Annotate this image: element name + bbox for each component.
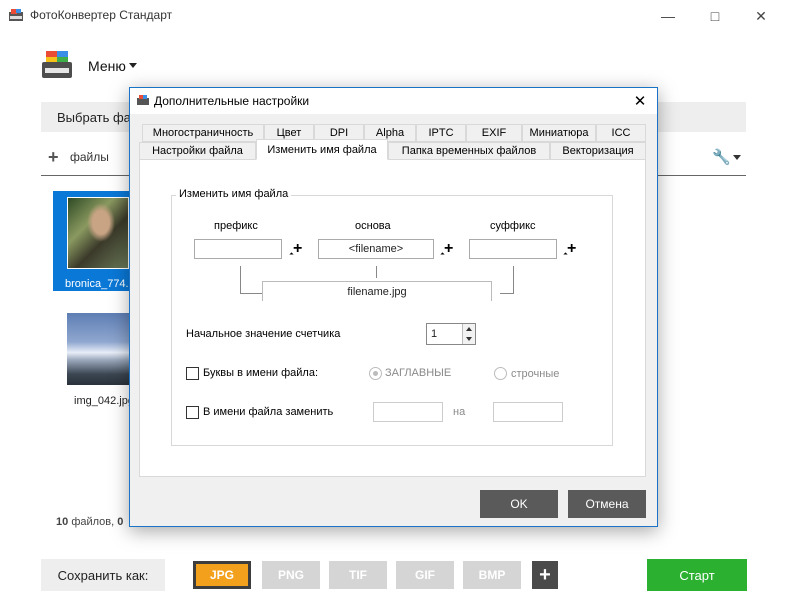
letters-label: Буквы в имени файла: — [203, 367, 319, 379]
chevron-down-icon — [129, 63, 137, 68]
group-title: Изменить имя файла — [176, 188, 292, 200]
file-thumbnail[interactable] — [67, 313, 129, 385]
app-logo-icon — [42, 51, 72, 78]
file-thumbnail[interactable] — [67, 197, 129, 269]
status-text: 10 файлов, 0 — [56, 516, 123, 528]
save-as-label: Сохранить как: — [41, 559, 165, 591]
close-icon[interactable]: ✕ — [630, 91, 650, 111]
counter-stepper[interactable]: 1 — [426, 323, 476, 345]
format-bmp-button[interactable]: BMP — [463, 561, 521, 589]
file-name: img_042.jpg — [74, 395, 134, 407]
plus-icon[interactable]: + — [48, 148, 59, 166]
tab-temp-folder[interactable]: Папка временных файлов — [388, 142, 550, 160]
chevron-down-icon — [466, 337, 472, 341]
app-logo-icon — [137, 95, 149, 105]
wrench-icon[interactable]: 🔧 — [712, 148, 731, 166]
add-files-button[interactable]: файлы — [70, 150, 109, 164]
format-png-button[interactable]: PNG — [262, 561, 320, 589]
letters-checkbox[interactable] — [186, 367, 199, 380]
minimize-button[interactable]: — — [645, 0, 691, 32]
bracket-line — [240, 266, 241, 294]
bracket-line — [240, 293, 262, 294]
app-title: ФотоКонвертер Стандарт — [30, 8, 173, 22]
status-count: 10 — [56, 516, 69, 528]
tab-icc[interactable]: ICC — [596, 124, 646, 142]
format-gif-button[interactable]: GIF — [396, 561, 454, 589]
counter-value: 1 — [431, 328, 438, 340]
spin-down-button[interactable] — [462, 334, 475, 344]
add-base-button[interactable]: + — [444, 241, 453, 257]
bracket-line — [376, 266, 377, 278]
status-label: файлов, — [71, 516, 115, 528]
base-label: основа — [355, 220, 391, 232]
suffix-label: суффикс — [490, 220, 536, 232]
chevron-up-icon — [466, 327, 472, 331]
maximize-button[interactable]: □ — [692, 0, 738, 32]
replace-from-input[interactable] — [373, 402, 443, 422]
tab-rename-file[interactable]: Изменить имя файла — [256, 139, 388, 160]
close-button[interactable]: ✕ — [738, 0, 784, 32]
replace-to-input[interactable] — [493, 402, 563, 422]
format-jpg-button[interactable]: JPG — [193, 561, 251, 589]
dialog-title: Дополнительные настройки — [154, 94, 310, 108]
counter-label: Начальное значение счетчика — [186, 328, 341, 340]
uppercase-radio[interactable] — [369, 367, 382, 380]
app-logo-icon — [9, 9, 23, 21]
prefix-input[interactable] — [194, 239, 282, 259]
tab-vectorization[interactable]: Векторизация — [550, 142, 646, 160]
lowercase-label: строчные — [511, 368, 560, 380]
select-files-label: Выбрать фа — [57, 110, 131, 125]
uppercase-label: ЗАГЛАВНЫЕ — [385, 367, 452, 379]
add-format-button[interactable]: + — [532, 561, 558, 589]
tab-thumbnail[interactable]: Миниатюра — [522, 124, 596, 142]
tab-iptc[interactable]: IPTC — [416, 124, 466, 142]
replace-on-label: на — [453, 406, 466, 418]
bracket-line — [500, 293, 514, 294]
advanced-settings-dialog: Дополнительные настройки ✕ Многостраничн… — [129, 87, 658, 527]
bracket-line — [513, 266, 514, 294]
tab-multipage[interactable]: Многостраничность — [142, 124, 264, 142]
status-tail: 0 — [117, 516, 124, 528]
add-suffix-button[interactable]: + — [567, 241, 576, 257]
add-prefix-button[interactable]: + — [293, 241, 302, 257]
lowercase-radio[interactable] — [494, 367, 507, 380]
base-input[interactable]: <filename> — [318, 239, 434, 259]
prefix-label: префикс — [214, 220, 258, 232]
suffix-input[interactable] — [469, 239, 557, 259]
filename-preview: filename.jpg — [262, 281, 492, 301]
tab-file-settings[interactable]: Настройки файла — [139, 142, 256, 160]
ok-button[interactable]: OK — [480, 490, 558, 518]
menu-button[interactable]: Меню — [88, 58, 126, 74]
replace-label: В имени файла заменить — [203, 406, 334, 418]
tab-exif[interactable]: EXIF — [466, 124, 522, 142]
cancel-button[interactable]: Отмена — [568, 490, 646, 518]
start-button[interactable]: Старт — [647, 559, 747, 591]
chevron-down-icon[interactable] — [733, 155, 741, 160]
replace-checkbox[interactable] — [186, 406, 199, 419]
format-tif-button[interactable]: TIF — [329, 561, 387, 589]
file-name: bronica_774. — [65, 278, 129, 290]
spin-up-button[interactable] — [462, 324, 475, 334]
